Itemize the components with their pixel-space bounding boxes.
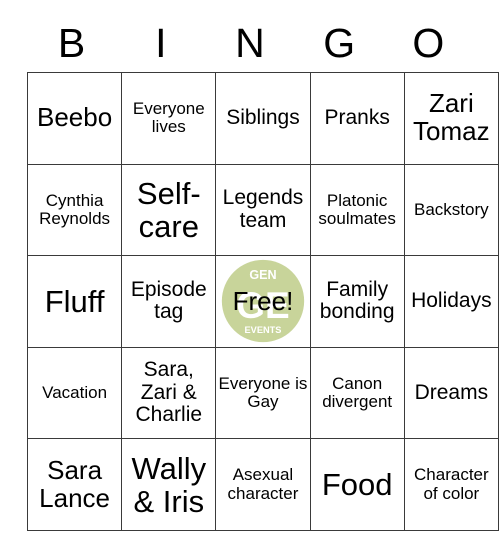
bingo-row: Fluff Episode tag GEN GE EVENTS Free! Fa… — [26, 255, 499, 348]
bingo-cell[interactable]: Everyone lives — [121, 72, 217, 165]
bingo-cell[interactable]: Beebo — [26, 72, 123, 165]
bingo-cell[interactable]: Asexual character — [215, 438, 311, 531]
bingo-grid: Beebo Everyone lives Siblings Pranks Zar… — [26, 72, 499, 531]
bingo-cell[interactable]: Canon divergent — [309, 346, 405, 440]
bingo-cell[interactable]: Vacation — [26, 346, 123, 440]
bingo-cell-label: Beebo — [37, 102, 113, 133]
bingo-cell-label: Dreams — [414, 380, 489, 404]
bingo-cell[interactable]: Backstory — [403, 163, 499, 257]
bingo-cell[interactable]: Sara, Zari & Charlie — [121, 346, 217, 440]
bingo-free-space-cell[interactable]: GEN GE EVENTS Free! — [215, 255, 311, 348]
bingo-row: Beebo Everyone lives Siblings Pranks Zar… — [26, 72, 499, 165]
bingo-cell-label: Character of color — [414, 465, 489, 503]
svg-text:EVENTS: EVENTS — [244, 325, 281, 335]
bingo-cell[interactable]: Legends team — [215, 163, 311, 257]
bingo-cell[interactable]: Holidays — [403, 255, 499, 348]
bingo-row: Sara Lance Wally & Iris Asexual characte… — [26, 438, 499, 531]
bingo-cell[interactable]: Sara Lance — [26, 438, 123, 531]
bingo-cell[interactable]: Pranks — [309, 72, 405, 165]
bingo-cell-label: Wally & Iris — [131, 450, 207, 519]
bingo-cell-label: Episode tag — [130, 278, 207, 324]
bingo-cell-label: Food — [321, 467, 393, 503]
bingo-cell-label: Legends team — [222, 186, 304, 232]
bingo-cell-label: Holidays — [411, 289, 492, 313]
bingo-header: B I N G O — [27, 14, 473, 72]
bingo-cell-label: Fluff — [44, 283, 105, 319]
bingo-cell[interactable]: Character of color — [403, 438, 499, 531]
header-letter-i: I — [155, 19, 167, 66]
bingo-cell-label: Pranks — [324, 106, 390, 130]
bingo-cell[interactable]: Episode tag — [121, 255, 217, 348]
bingo-cell-label: Self-care — [136, 175, 201, 244]
bingo-cell[interactable]: Everyone is Gay — [215, 346, 311, 440]
bingo-cell-label: Everyone lives — [132, 99, 205, 137]
bingo-cell[interactable]: Siblings — [215, 72, 311, 165]
bingo-cell[interactable]: Wally & Iris — [121, 438, 217, 531]
bingo-free-space-label: Free! — [232, 285, 294, 316]
bingo-cell[interactable]: Self-care — [121, 163, 217, 257]
bingo-cell[interactable]: Fluff — [26, 255, 123, 348]
bingo-cell-label: Platonic soulmates — [318, 190, 396, 228]
bingo-cell-label: Asexual character — [227, 465, 299, 503]
bingo-cell[interactable]: Food — [309, 438, 405, 531]
bingo-cell[interactable]: Dreams — [403, 346, 499, 440]
bingo-row: Vacation Sara, Zari & Charlie Everyone i… — [26, 346, 499, 440]
bingo-cell[interactable]: Family bonding — [309, 255, 405, 348]
bingo-cell[interactable]: Zari Tomaz — [403, 72, 499, 165]
bingo-cell-label: Cynthia Reynolds — [39, 190, 111, 228]
header-letter-b: B — [57, 19, 86, 66]
header-letter-o: O — [412, 19, 445, 66]
bingo-cell-label: Everyone is Gay — [218, 373, 308, 412]
bingo-card: B I N G O Beebo Everyone lives Siblings … — [26, 14, 499, 531]
header-letter-g: G — [323, 19, 356, 66]
bingo-cell-label: Zari Tomaz — [413, 88, 490, 147]
bingo-cell[interactable]: Cynthia Reynolds — [26, 163, 123, 257]
bingo-cell-label: Sara, Zari & Charlie — [135, 358, 203, 427]
bingo-cell-label: Sara Lance — [39, 454, 111, 513]
header-letter-n: N — [235, 19, 265, 66]
svg-text:GEN: GEN — [249, 269, 276, 283]
bingo-cell-label: Siblings — [226, 106, 300, 130]
bingo-cell[interactable]: Platonic soulmates — [309, 163, 405, 257]
bingo-cell-label: Canon divergent — [322, 373, 393, 412]
bingo-cell-label: Family bonding — [319, 278, 395, 324]
bingo-row: Cynthia Reynolds Self-care Legends team … — [26, 163, 499, 257]
bingo-cell-label: Backstory — [414, 199, 489, 219]
bingo-cell-label: Vacation — [42, 382, 108, 402]
